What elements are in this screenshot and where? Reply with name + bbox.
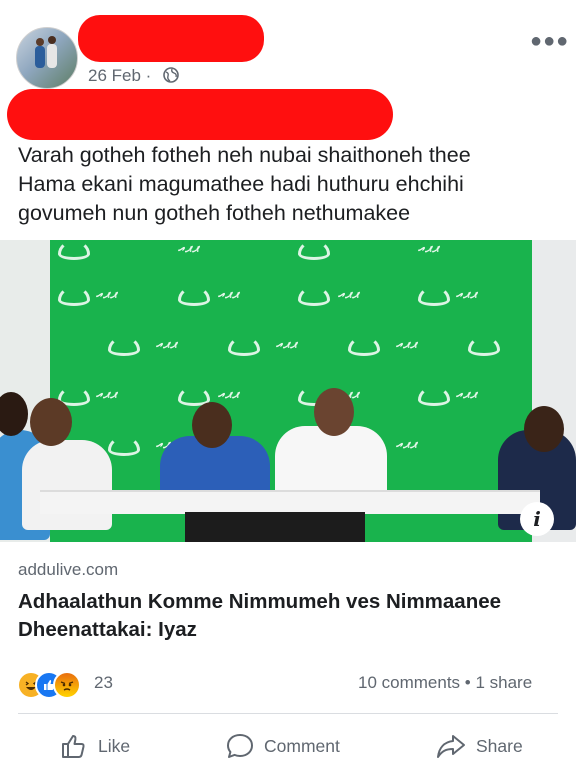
share-button[interactable]: Share <box>436 728 523 764</box>
divider <box>18 713 558 714</box>
post-date[interactable]: 26 Feb · <box>88 66 151 86</box>
redacted-author-name <box>78 15 264 62</box>
caption-line: Varah gotheh fotheh neh nubai shaithoneh… <box>18 143 471 167</box>
info-icon[interactable]: i <box>520 502 554 536</box>
speech-bubble-icon <box>227 734 253 758</box>
angry-reaction-icon <box>53 671 81 699</box>
share-label: Share <box>476 735 523 756</box>
share-arrow-icon <box>437 735 465 758</box>
profile-avatar[interactable] <box>16 27 78 89</box>
comment-button[interactable]: Comment <box>226 728 340 764</box>
link-headline[interactable]: Adhaalathun Komme Nimmumeh ves Nimmaanee… <box>18 588 558 644</box>
link-domain[interactable]: addulive.com <box>18 560 118 580</box>
caption-line: govumeh nun gotheh fotheh nethumakee <box>18 201 411 225</box>
like-label: Like <box>98 735 131 756</box>
link-preview-image[interactable]: ޕޕއ ޕޕއ ޕޕއ ޕޕއ ޕޕއ ޕޕއ ޕޕއ ޕޕއ ޕޕއ ޕޕއ … <box>0 240 576 542</box>
comments-shares-count[interactable]: 10 comments • 1 share <box>358 673 532 693</box>
more-options-icon[interactable]: ●●● <box>530 31 569 51</box>
reaction-count[interactable]: 23 <box>94 673 113 693</box>
post-caption: Varah gotheh fotheh neh nubai shaithoneh… <box>18 141 558 228</box>
globe-icon <box>163 67 179 83</box>
thumbs-up-icon <box>62 735 85 758</box>
caption-line: Hama ekani magumathee hadi huthuru ehchi… <box>18 172 464 196</box>
conference-table <box>40 490 540 514</box>
like-button[interactable]: Like <box>60 728 130 764</box>
redacted-shared-source <box>7 89 393 140</box>
comment-label: Comment <box>264 735 340 756</box>
